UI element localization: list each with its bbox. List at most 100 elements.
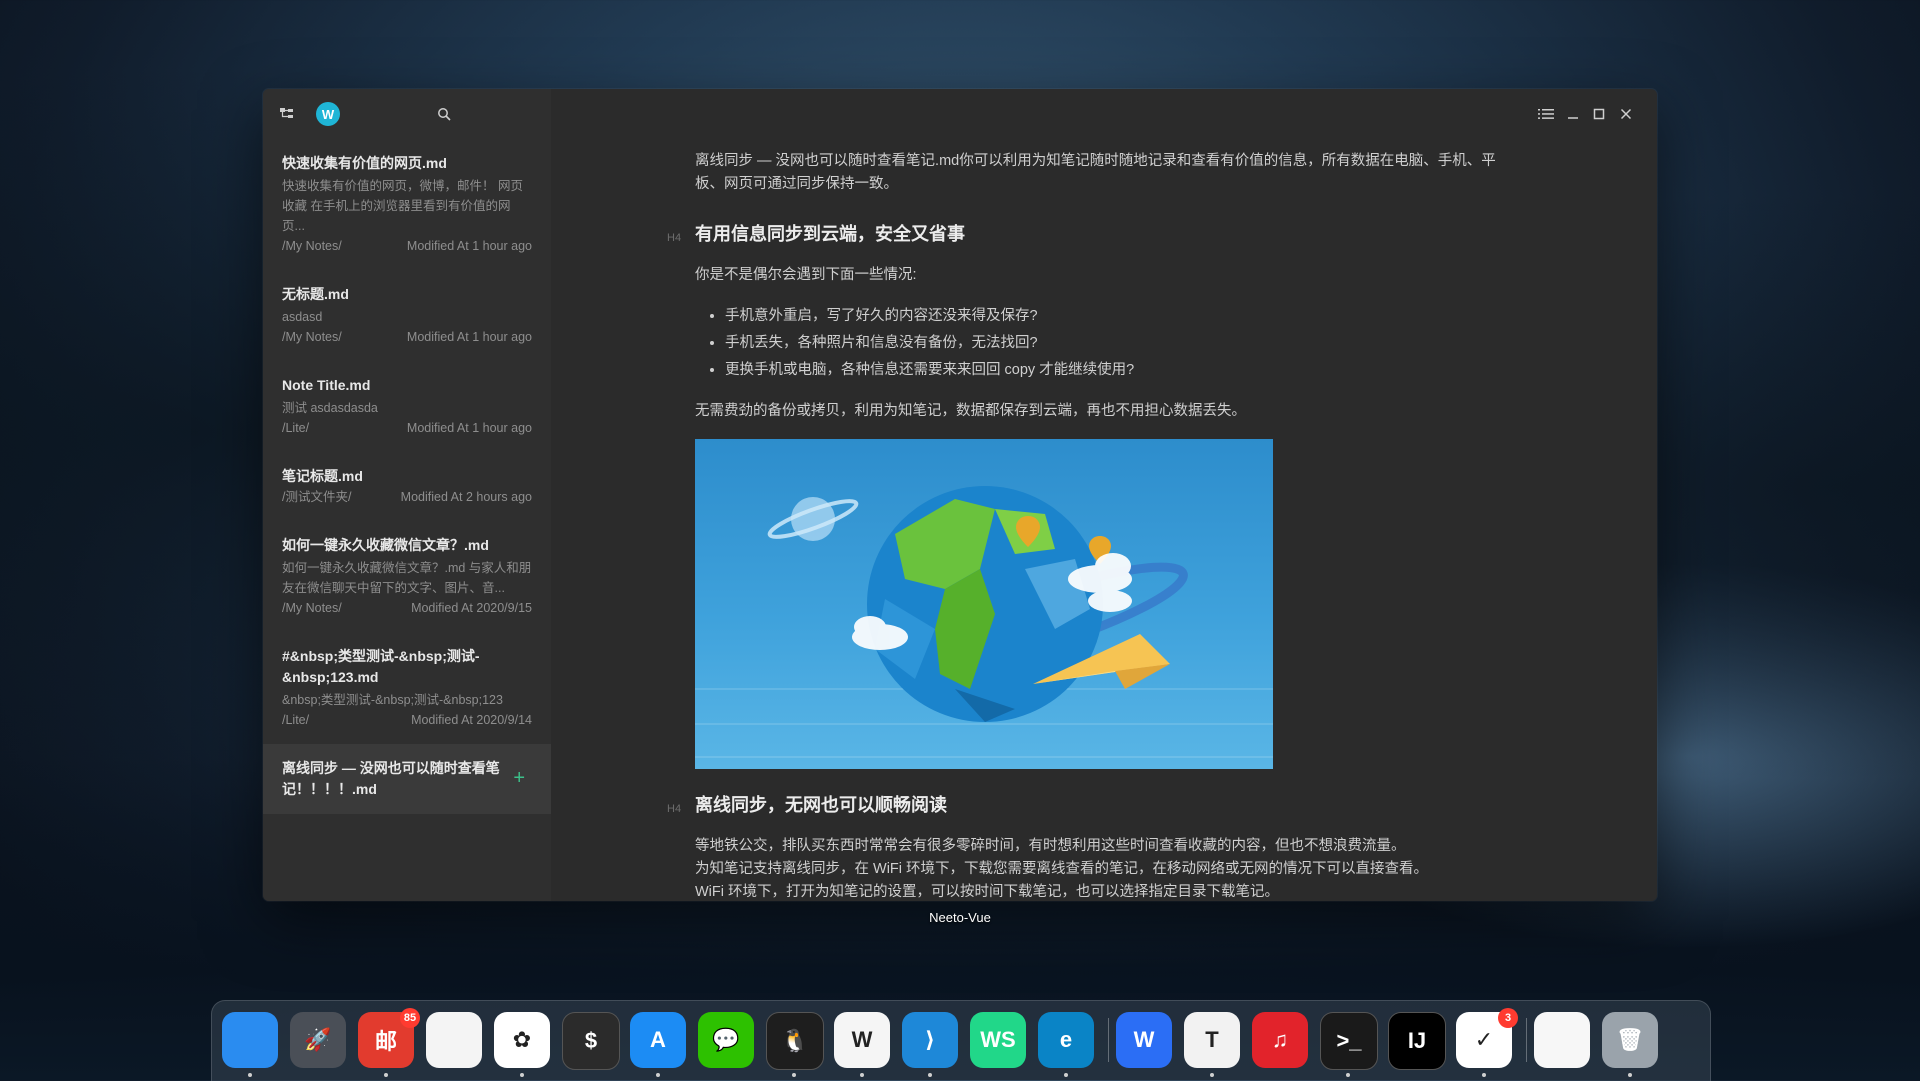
note-folder: /Lite/ (282, 421, 310, 435)
note-title: #&nbsp;类型测试-&nbsp;测试-&nbsp;123.md (282, 648, 480, 685)
note-list-item[interactable]: Note Title.md 测试 asdasdasda /Lite/ Modif… (263, 361, 551, 452)
paragraph: 等地铁公交，排队买东西时常常会有很多零碎时间，有时想利用这些时间查看收藏的内容，… (695, 835, 1515, 901)
dock-app-photos-icon[interactable]: ✿ (494, 1012, 550, 1068)
heading-level-marker: H4 (667, 232, 682, 244)
paragraph: 你是不是偶尔会遇到下面一些情况: (695, 267, 917, 283)
running-indicator (928, 1073, 932, 1077)
note-folder: /My Notes/ (282, 601, 342, 615)
heading-text: 有用信息同步到云端，安全又省事 (695, 224, 965, 244)
note-meta: /测试文件夹/ Modified At 2 hours ago (282, 487, 532, 507)
running-indicator (860, 1073, 864, 1077)
maximize-icon[interactable] (1588, 103, 1610, 125)
dock-app-finder-icon[interactable] (222, 1012, 278, 1068)
dock-app-terminal-icon[interactable]: >_ (1320, 1012, 1378, 1070)
note-folder: /My Notes/ (282, 239, 342, 253)
intro-paragraph: 离线同步 — 没网也可以随时查看笔记.md你可以利用为知笔记随时随地记录和查看有… (695, 153, 1496, 192)
note-list-item[interactable]: 笔记标题.md /测试文件夹/ Modified At 2 hours ago (263, 452, 551, 521)
note-title: 快速收集有价值的网页.md (282, 155, 447, 171)
sidebar-toolbar (263, 89, 551, 139)
dock-app-vscode-icon[interactable]: ⟩ (902, 1012, 958, 1068)
running-indicator (1210, 1073, 1214, 1077)
text-line: WiFi 环境下，打开为知笔记的设置，可以按时间下载笔记，也可以选择指定目录下载… (695, 884, 1280, 900)
note-meta: /Lite/ Modified At 1 hour ago (282, 418, 532, 438)
dock-app-netease-mail-icon[interactable]: 邮 85 (358, 1008, 420, 1068)
running-indicator (248, 1073, 252, 1077)
bullet-list: 手机意外重启，写了好久的内容还没来得及保存? 手机丢失，各种照片和信息没有备份，… (695, 303, 1515, 384)
avatar[interactable]: W (316, 102, 340, 126)
dock-app-netease-music-icon[interactable]: ♫ (1252, 1012, 1308, 1068)
dock-app-wechat-icon[interactable]: 💬 (698, 1012, 754, 1068)
dock-divider (1108, 1018, 1109, 1062)
dock-app-trash-icon[interactable]: 🗑 (1602, 1012, 1658, 1068)
notification-badge: 3 (1498, 1008, 1518, 1028)
list-item: 手机丢失，各种照片和信息没有备份，无法找回? (725, 330, 1515, 357)
note-modified: Modified At 2020/9/15 (411, 601, 532, 615)
running-indicator (1628, 1073, 1632, 1077)
dock-app-typora-icon[interactable]: T (1184, 1012, 1240, 1068)
note-meta: /My Notes/ Modified At 2020/9/15 (282, 598, 532, 618)
note-list-item[interactable]: 快速收集有价值的网页.md 快速收集有价值的网页，微博，邮件！ 网页收藏 在手机… (263, 139, 551, 270)
add-note-icon[interactable]: + (513, 768, 525, 788)
section-heading: H4 离线同步，无网也可以顺畅阅读 (667, 793, 1515, 817)
running-indicator (384, 1073, 388, 1077)
dock-app-app-store-icon[interactable]: A (630, 1012, 686, 1068)
toc-list-icon[interactable] (1535, 103, 1557, 125)
note-modified: Modified At 2 hours ago (400, 490, 532, 504)
paragraph: 无需费劲的备份或拷贝，利用为知笔记，数据都保存到云端，再也不用担心数据丢失。 (695, 403, 1246, 419)
dock-divider (1526, 1018, 1527, 1062)
notification-badge: 85 (400, 1008, 420, 1028)
running-indicator (1064, 1073, 1068, 1077)
titlebar: W (263, 89, 1657, 139)
running-indicator (792, 1073, 796, 1077)
running-indicator (1482, 1073, 1486, 1077)
note-meta: /My Notes/ Modified At 1 hour ago (282, 236, 532, 256)
note-folder: /My Notes/ (282, 330, 342, 344)
note-title: 无标题.md (282, 286, 349, 302)
dock-app-reminders-icon[interactable] (426, 1012, 482, 1068)
note-excerpt: 测试 asdasdasda (282, 401, 378, 415)
note-list: 快速收集有价值的网页.md 快速收集有价值的网页，微博，邮件！ 网页收藏 在手机… (263, 139, 551, 901)
dock-app-edge-icon[interactable]: e (1038, 1012, 1094, 1068)
dock-app-intellij-icon[interactable]: IJ (1388, 1012, 1446, 1070)
dock-app-terminal-dark-icon[interactable]: $ (562, 1012, 620, 1070)
section-heading: H4 有用信息同步到云端，安全又省事 (667, 222, 1515, 246)
note-list-item[interactable]: 无标题.md asdasd /My Notes/ Modified At 1 h… (263, 270, 551, 361)
note-excerpt: asdasd (282, 310, 323, 324)
dock-app-document-icon[interactable] (1534, 1012, 1590, 1068)
note-meta: /My Notes/ Modified At 1 hour ago (282, 327, 532, 347)
dock-app-webstorm-icon[interactable]: WS (970, 1012, 1026, 1068)
dock-app-wps-icon[interactable]: W (1116, 1012, 1172, 1068)
text-line: 为知笔记支持离线同步，在 WiFi 环境下，下载您需要离线查看的笔记，在移动网络… (695, 861, 1429, 877)
note-title: 笔记标题.md (282, 468, 363, 484)
editor-pane[interactable]: 离线同步 — 没网也可以随时查看笔记.md你可以利用为知笔记随时随地记录和查看有… (551, 139, 1657, 901)
note-excerpt: 快速收集有价值的网页，微博，邮件！ 网页收藏 在手机上的浏览器里看到有价值的网页… (282, 179, 523, 233)
text-line: 等地铁公交，排队买东西时常常会有很多零碎时间，有时想利用这些时间查看收藏的内容，… (695, 838, 1406, 854)
running-indicator (1346, 1073, 1350, 1077)
app-window: W 快速收集有价值的网页.md 快速收集有价值的网页，微博，邮件！ 网页收藏 在… (263, 89, 1657, 901)
search-icon[interactable] (433, 103, 455, 125)
running-indicator (520, 1073, 524, 1077)
note-title: 如何一键永久收藏微信文章？.md (282, 537, 489, 553)
note-list-item[interactable]: 如何一键永久收藏微信文章？.md 如何一键永久收藏微信文章？.md 与家人和朋友… (263, 521, 551, 632)
dock-app-qq-icon[interactable]: 🐧 (766, 1012, 824, 1070)
minimize-icon[interactable] (1562, 103, 1584, 125)
running-indicator (656, 1073, 660, 1077)
note-list-item[interactable]: #&nbsp;类型测试-&nbsp;测试-&nbsp;123.md &nbsp;… (263, 632, 551, 744)
document: 离线同步 — 没网也可以随时查看笔记.md你可以利用为知笔记随时随地记录和查看有… (667, 139, 1515, 901)
dock-app-launchpad-icon[interactable]: 🚀 (290, 1012, 346, 1068)
close-icon[interactable] (1615, 103, 1637, 125)
note-title: 离线同步 — 没网也可以随时查看笔记！！！！.md (282, 760, 500, 797)
globe-illustration (695, 439, 1273, 769)
note-modified: Modified At 1 hour ago (406, 421, 532, 435)
list-item: 手机意外重启，写了好久的内容还没来得及保存? (725, 303, 1515, 330)
note-folder: /Lite/ (282, 713, 310, 727)
note-modified: Modified At 1 hour ago (406, 330, 532, 344)
heading-level-marker: H4 (667, 803, 682, 815)
note-excerpt: 如何一键永久收藏微信文章？.md 与家人和朋友在微信聊天中留下的文字、图片、音.… (282, 561, 532, 595)
dock-app-wiznote-icon[interactable]: W (834, 1012, 890, 1068)
list-item: 更换手机或电脑，各种信息还需要来来回回 copy 才能继续使用? (725, 357, 1515, 384)
folder-tree-icon[interactable] (277, 102, 297, 126)
note-list-item-active[interactable]: 离线同步 — 没网也可以随时查看笔记！！！！.md + (263, 744, 551, 814)
note-folder: /测试文件夹/ (282, 490, 352, 504)
dock-app-ticktick-icon[interactable]: ✓ 3 (1456, 1008, 1518, 1068)
